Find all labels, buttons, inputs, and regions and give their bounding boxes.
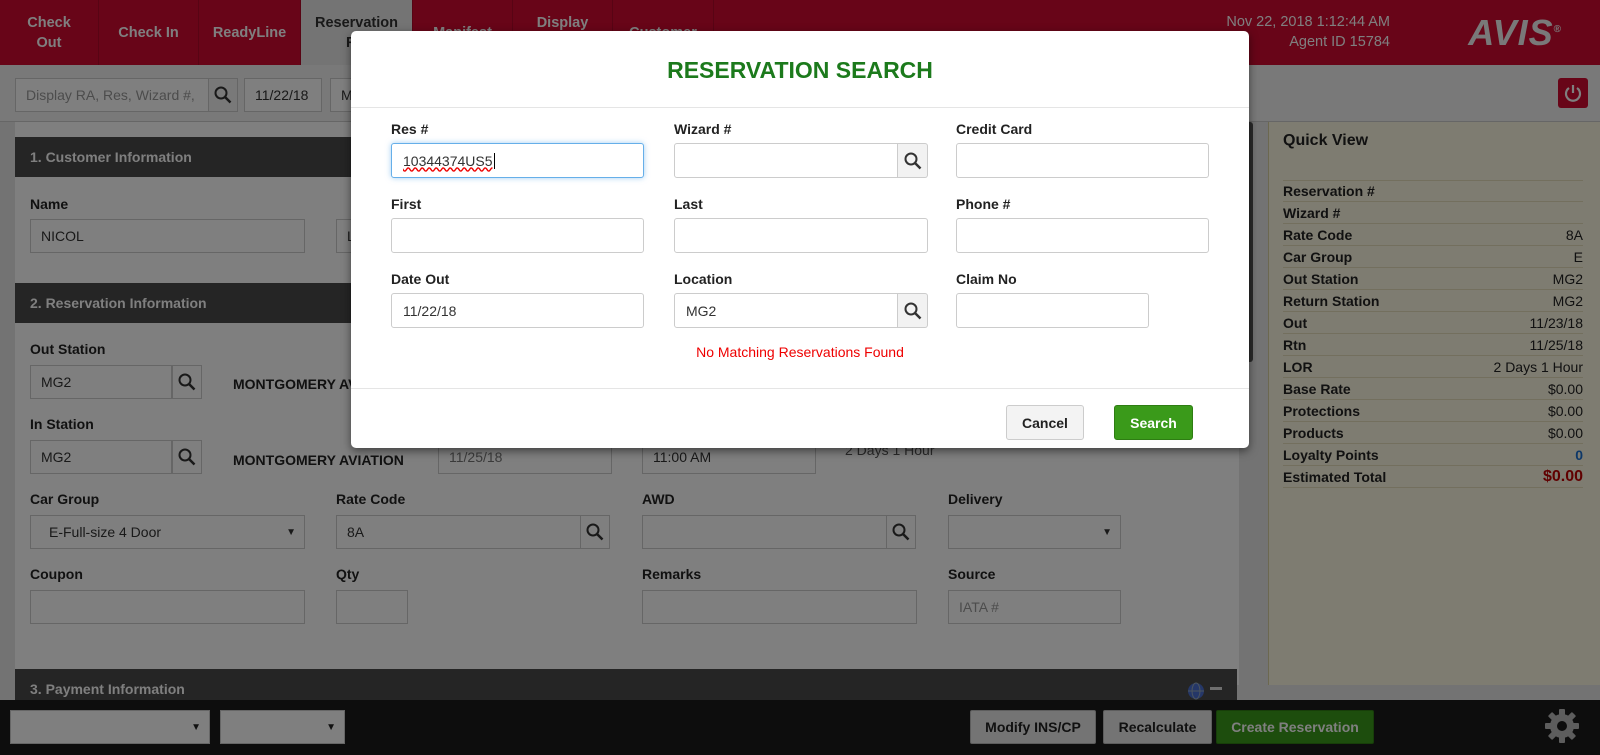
last-name-input[interactable] [674,218,928,253]
location-label: Location [674,271,733,287]
first-name-input[interactable] [391,218,644,253]
res-number-input[interactable]: 10344374US5 [391,143,644,178]
first-name-label: First [391,196,422,212]
dialog-title: RESERVATION SEARCH [667,57,933,83]
claim-no-input[interactable] [956,293,1149,328]
text-caret [493,152,495,169]
credit-card-label: Credit Card [956,121,1033,137]
res-number-value: 10344374US5 [403,152,493,169]
search-button[interactable]: Search [1114,405,1193,440]
claim-no-label: Claim No [956,271,1017,287]
dialog-header-divider [351,107,1249,108]
phone-input[interactable] [956,218,1209,253]
reservation-search-dialog: RESERVATION SEARCH Res # 10344374US5 Wiz… [351,31,1249,448]
cancel-button[interactable]: Cancel [1006,405,1084,440]
last-name-label: Last [674,196,703,212]
date-out-input[interactable]: 11/22/18 [391,293,644,328]
wizard-number-label: Wizard # [674,121,732,137]
date-out-label: Date Out [391,271,450,287]
search-icon [904,302,921,319]
wizard-search-button[interactable] [898,143,928,178]
credit-card-input[interactable] [956,143,1209,178]
res-number-label: Res # [391,121,429,137]
no-match-message: No Matching Reservations Found [696,344,904,360]
wizard-number-input[interactable] [674,143,898,178]
phone-label: Phone # [956,196,1011,212]
dialog-footer-divider [351,388,1249,389]
location-input[interactable]: MG2 [674,293,898,328]
search-icon [904,152,921,169]
location-search-button[interactable] [898,293,928,328]
